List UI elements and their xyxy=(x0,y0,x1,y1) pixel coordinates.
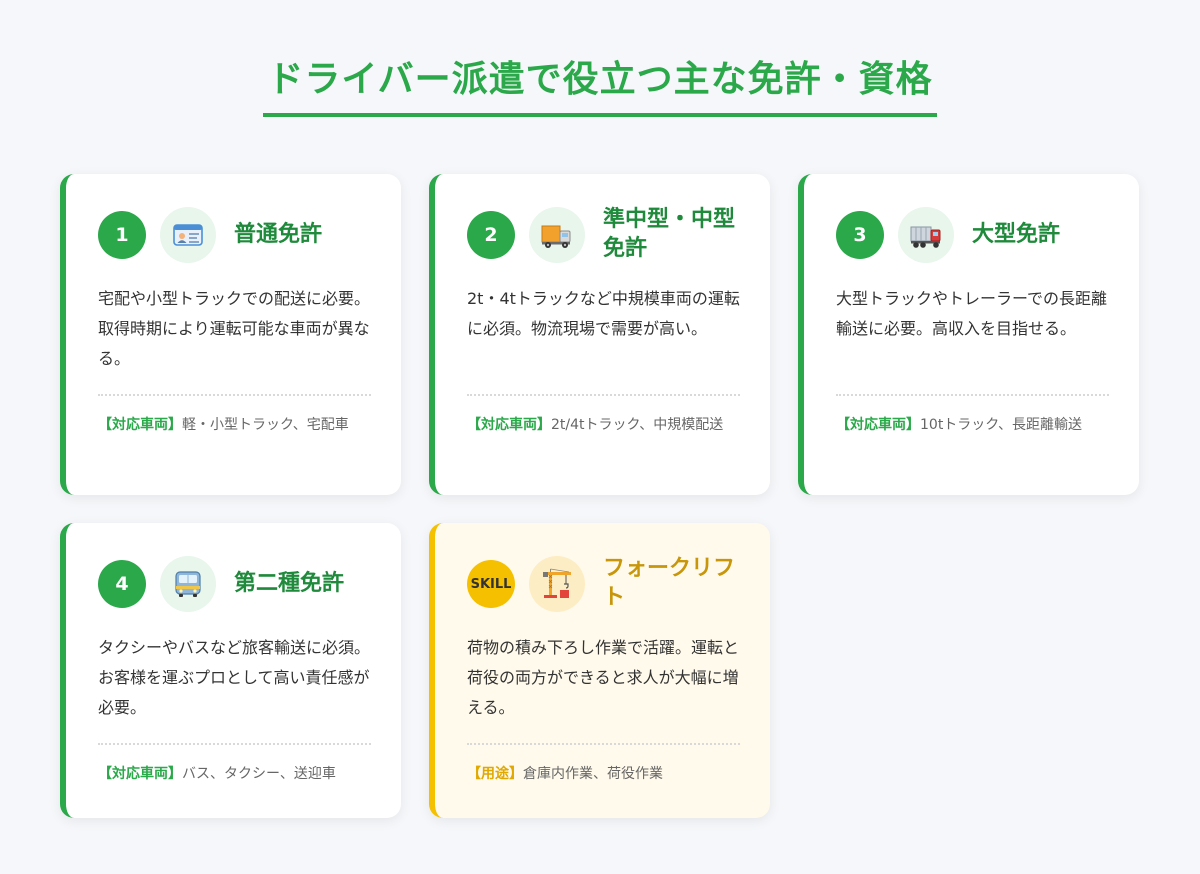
card-title: フォークリフト xyxy=(603,556,736,610)
card-number-badge: 4 xyxy=(98,560,146,608)
meta-label: 【対応車両】 xyxy=(467,417,551,433)
card-description: 大型トラックやトレーラーでの長距離輸送に必要。高収入を目指せる。 xyxy=(836,289,1108,338)
card-divider xyxy=(836,394,1109,396)
card-title: 第二種免許 xyxy=(234,570,345,596)
license-card-grid: 1 普通免許 宅配や小型トラックでの配送に必要。取得時期により運転可能な車両が異… xyxy=(60,174,1140,818)
card-title: 普通免許 xyxy=(234,221,323,247)
meta-label: 【対応車両】 xyxy=(836,417,920,433)
card-divider xyxy=(98,394,371,396)
meta-label: 【用途】 xyxy=(467,766,523,782)
card-meta: 【対応車両】バス、タクシー、送迎車 xyxy=(98,761,371,787)
bus-icon xyxy=(160,556,216,612)
card-description: タクシーやバスなど旅客輸送に必須。お客様を運ぶプロとして高い責任感が必要。 xyxy=(98,638,371,717)
meta-label: 【対応車両】 xyxy=(98,766,182,782)
card-meta: 【対応車両】軽・小型トラック、宅配車 xyxy=(98,412,371,438)
meta-value: 10tトラック、長距離輸送 xyxy=(920,417,1083,433)
delivery-truck-icon xyxy=(529,207,585,263)
card-header: 3 大型免許 xyxy=(836,206,1109,264)
license-card-large: 3 大型免許 大型トラックやトレーラーでの長距離輸送に必要。高収入を目指せる。 … xyxy=(798,174,1139,495)
card-description: 宅配や小型トラックでの配送に必要。取得時期により運転可能な車両が異なる。 xyxy=(98,289,371,368)
page: ドライバー派遣で役立つ主な免許・資格 1 普通免許 宅配や小型トラックでの配送に… xyxy=(0,0,1200,874)
card-meta: 【対応車両】10tトラック、長距離輸送 xyxy=(836,412,1109,438)
meta-value: バス、タクシー、送迎車 xyxy=(182,766,336,782)
title-wrap: ドライバー派遣で役立つ主な免許・資格 xyxy=(0,58,1200,118)
card-number-badge: 3 xyxy=(836,211,884,259)
card-meta: 【対応車両】2t/4tトラック、中規模配送 xyxy=(467,412,740,438)
meta-value: 倉庫内作業、荷役作業 xyxy=(523,766,663,782)
card-divider xyxy=(467,394,740,396)
meta-value: 2t/4tトラック、中規模配送 xyxy=(551,417,724,433)
meta-label: 【対応車両】 xyxy=(98,417,182,433)
page-title: ドライバー派遣で役立つ主な免許・資格 xyxy=(263,58,937,118)
card-number-badge: 1 xyxy=(98,211,146,259)
card-title: 大型免許 xyxy=(972,221,1061,247)
skill-card-forklift: SKILL フォークリフト 荷物の積み下ろし作業で活躍。運転と荷役の両方ができる… xyxy=(429,523,770,818)
card-divider xyxy=(98,743,371,745)
meta-value: 軽・小型トラック、宅配車 xyxy=(182,417,349,433)
card-number-badge: 2 xyxy=(467,211,515,259)
card-header: SKILL フォークリフト xyxy=(467,555,740,613)
id-card-icon xyxy=(160,207,216,263)
crane-icon xyxy=(529,556,585,612)
card-divider xyxy=(467,743,740,745)
card-header: 1 普通免許 xyxy=(98,206,371,264)
skill-badge: SKILL xyxy=(467,560,515,608)
card-header: 4 第二種免許 xyxy=(98,555,371,613)
license-card-second-class: 4 第二種免許 タクシーやバスなど旅客輸送に必須。お客様を運ぶプロとして高い責任… xyxy=(60,523,401,818)
license-card-medium: 2 準中型・中型免許 2t・4tトラックなど中規模車両の運転に必須。物流現場で需… xyxy=(429,174,770,495)
card-meta: 【用途】倉庫内作業、荷役作業 xyxy=(467,761,740,787)
card-title: 準中型・中型免許 xyxy=(603,207,736,261)
card-description: 荷物の積み下ろし作業で活躍。運転と荷役の両方ができると求人が大幅に増える。 xyxy=(467,638,740,717)
card-header: 2 準中型・中型免許 xyxy=(467,206,740,264)
license-card-ordinary: 1 普通免許 宅配や小型トラックでの配送に必要。取得時期により運転可能な車両が異… xyxy=(60,174,401,495)
card-description: 2t・4tトラックなど中規模車両の運転に必須。物流現場で需要が高い。 xyxy=(467,289,740,338)
semi-truck-icon xyxy=(898,207,954,263)
